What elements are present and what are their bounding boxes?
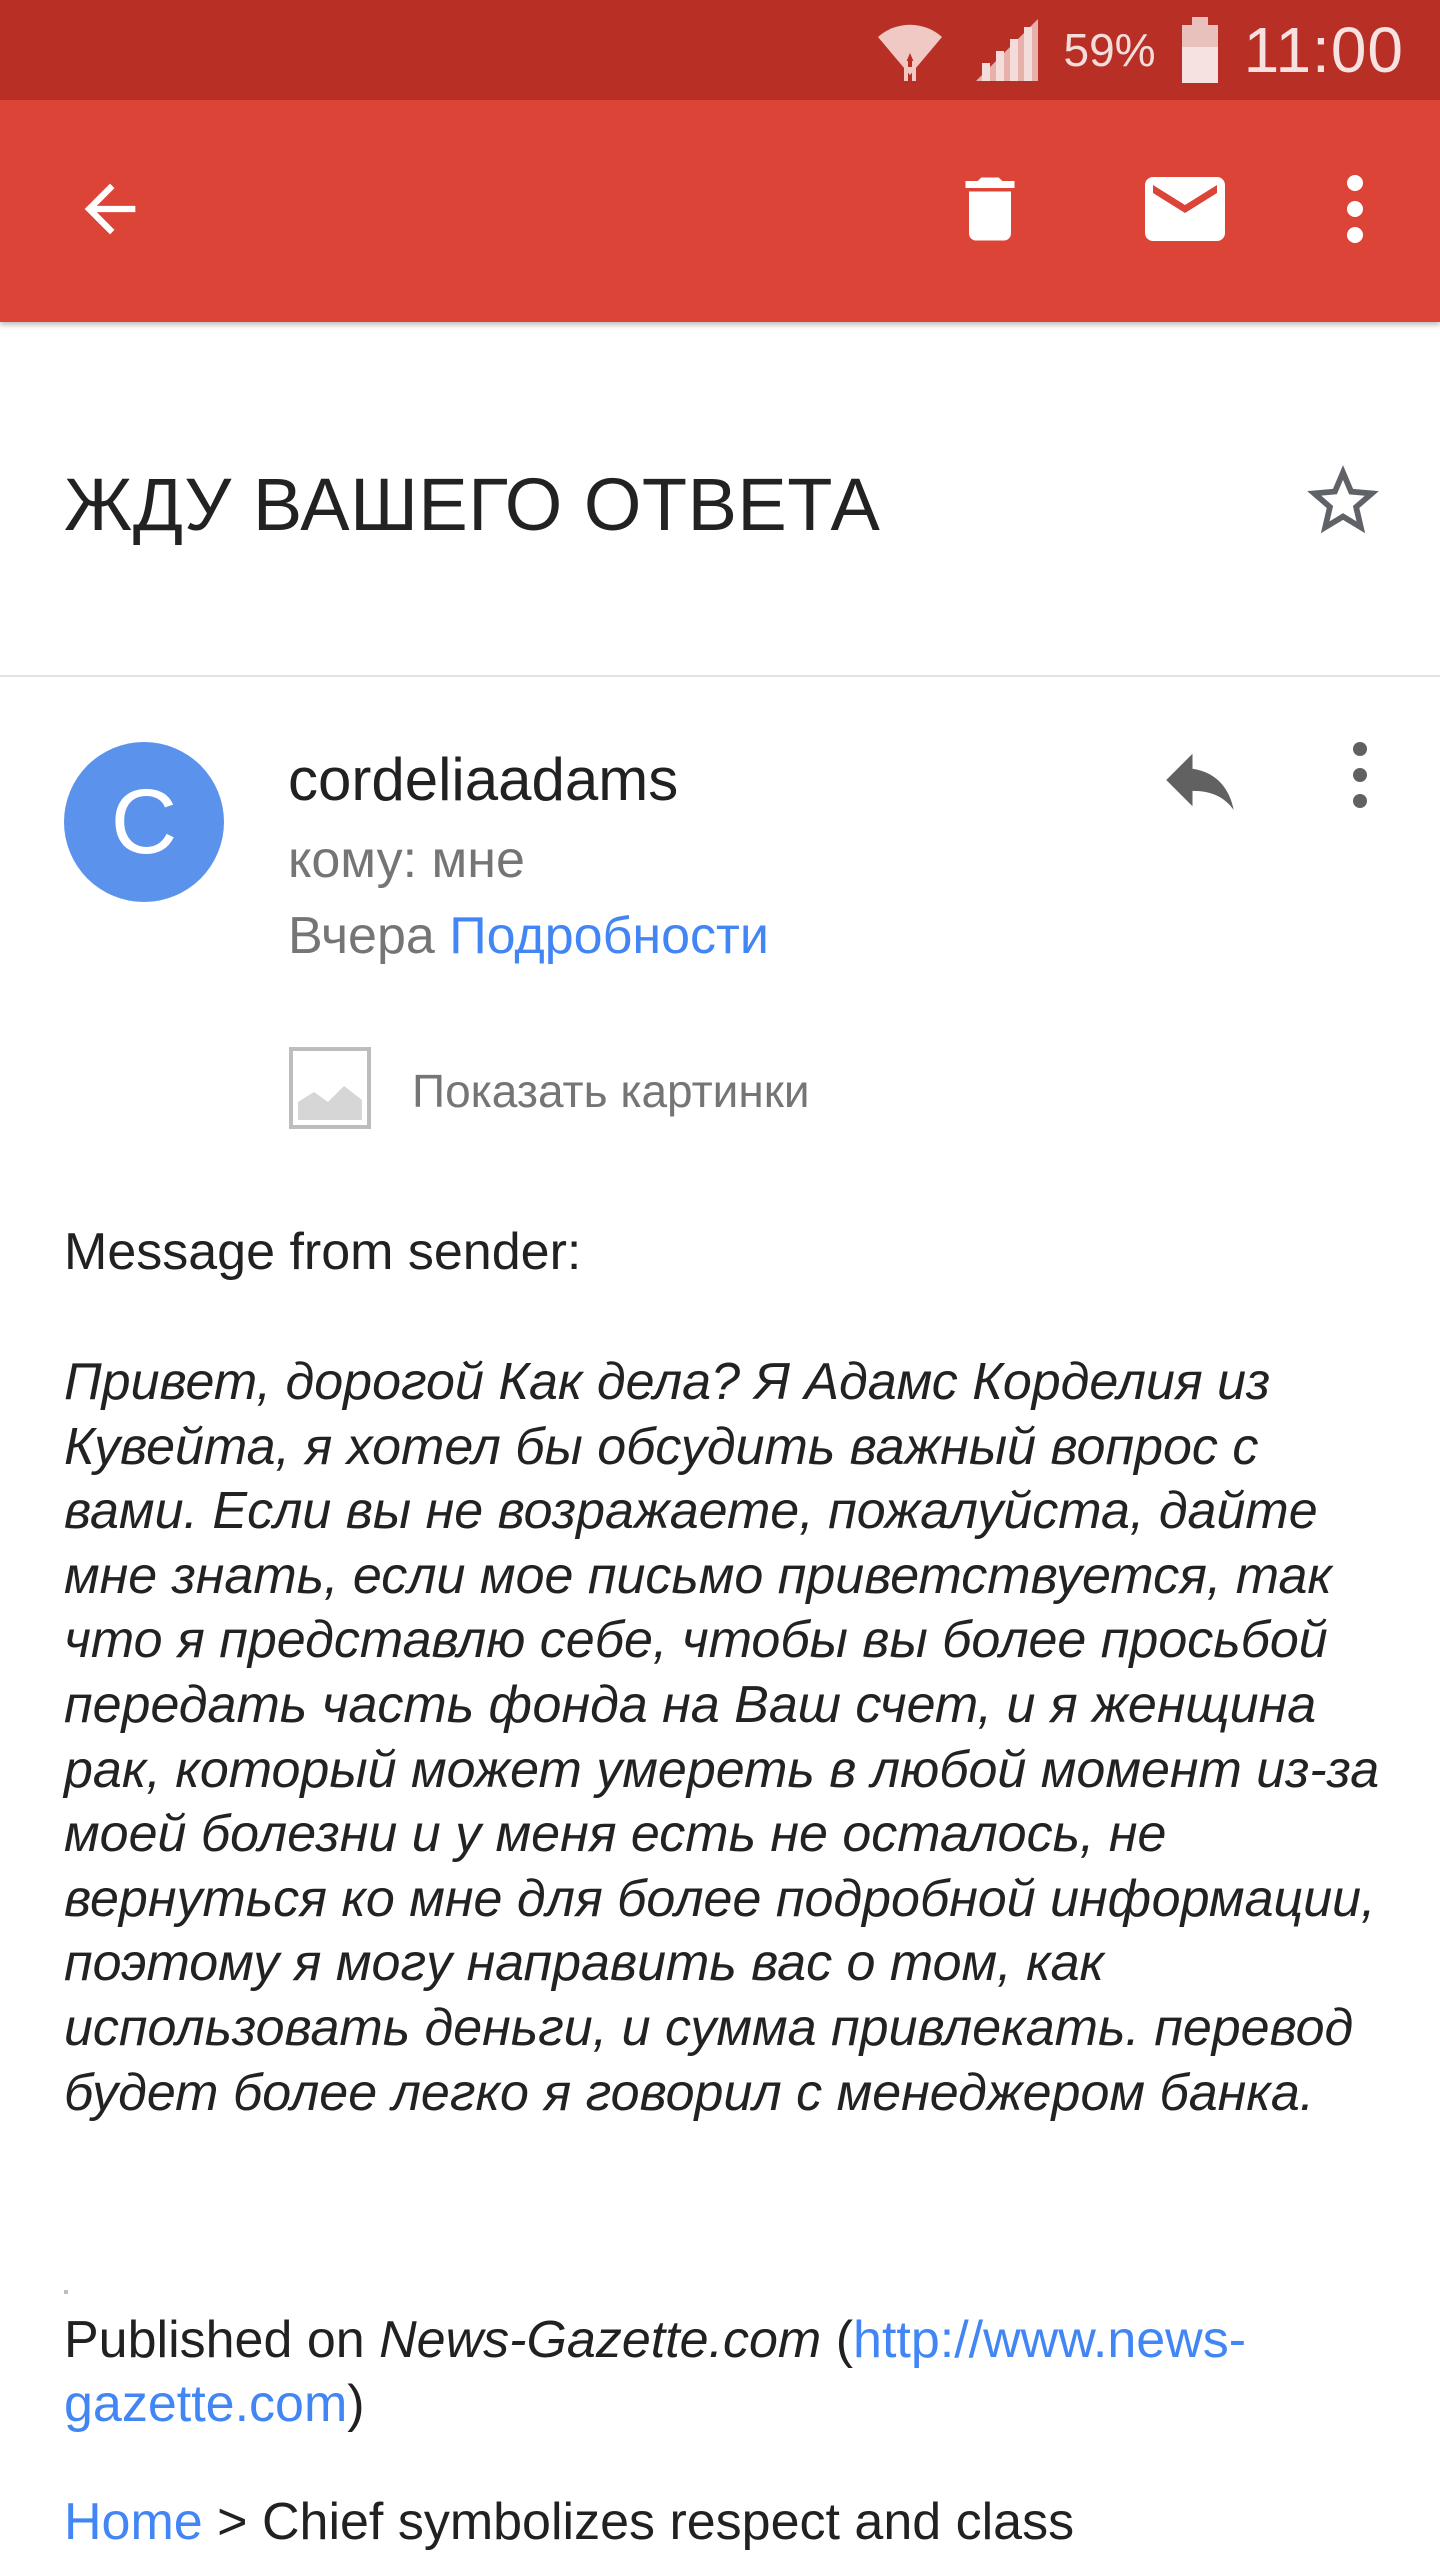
message-body: Message from sender: Привет, дорогой Как…: [64, 1220, 1384, 2125]
details-link[interactable]: Подробности: [449, 907, 769, 965]
clock: 11:00: [1243, 14, 1404, 86]
more-options-button[interactable]: [1300, 100, 1410, 322]
show-images-button[interactable]: Показать картинки: [288, 1046, 810, 1135]
reply-icon: [1155, 753, 1245, 829]
star-button[interactable]: [1300, 458, 1386, 549]
reply-button[interactable]: [1155, 735, 1245, 830]
published-site: News-Gazette.com: [379, 2311, 822, 2369]
mail-icon: [1137, 161, 1233, 262]
published-open-paren: (: [821, 2311, 854, 2369]
trash-icon: [948, 167, 1032, 256]
date-line: Вчера Подробности: [288, 906, 769, 966]
cellular-signal-icon: [972, 15, 1042, 85]
battery-percent: 59%: [1063, 24, 1156, 76]
message-text: Привет, дорогой Как дела? Я Адамс Кордел…: [64, 1353, 1380, 2122]
wifi-icon: [870, 15, 950, 85]
message-more-button[interactable]: [1340, 735, 1380, 820]
breadcrumb: Home > Chief symbolizes respect and clas…: [64, 2490, 1384, 2554]
breadcrumb-current: > Chief symbolizes respect and class: [202, 2493, 1075, 2551]
published-prefix: Published on: [64, 2311, 380, 2369]
subject-row: ЖДУ ВАШЕГО ОТВЕТА: [0, 322, 1440, 677]
more-vert-icon: [1340, 169, 1370, 254]
published-line: Published on News-Gazette.com (http://ww…: [64, 2308, 1384, 2436]
status-bar: 59% 11:00: [0, 0, 1440, 100]
image-icon: [288, 1046, 372, 1135]
arrow-back-icon: [72, 171, 148, 252]
show-images-label: Показать картинки: [412, 1064, 810, 1117]
email-date: Вчера: [288, 907, 435, 965]
battery-icon: [1178, 15, 1222, 85]
back-button[interactable]: [40, 100, 180, 322]
status-icons: 59% 11:00: [870, 0, 1404, 100]
message-intro: Message from sender:: [64, 1223, 582, 1281]
breadcrumb-home-link[interactable]: Home: [64, 2493, 203, 2551]
recipient-line: кому: мне: [288, 831, 525, 889]
published-close-paren: ): [347, 2375, 365, 2433]
sender-avatar: C: [64, 742, 224, 902]
separator-dot: [64, 2290, 68, 2294]
app-bar: [0, 100, 1440, 322]
sender-name: cordeliaadams: [288, 746, 679, 813]
star-outline-icon: [1300, 465, 1386, 548]
more-vert-icon: [1340, 742, 1380, 819]
mark-unread-button[interactable]: [1120, 100, 1250, 322]
email-subject: ЖДУ ВАШЕГО ОТВЕТА: [64, 463, 881, 546]
delete-button[interactable]: [930, 100, 1050, 322]
